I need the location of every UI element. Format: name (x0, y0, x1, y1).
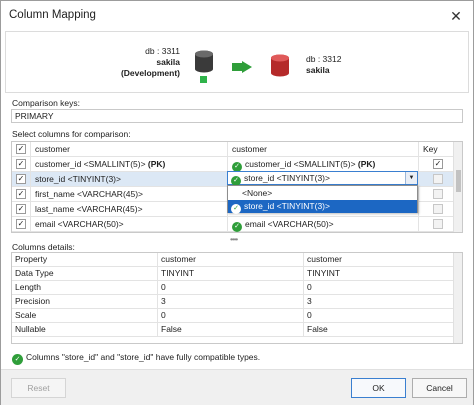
splitter-grip[interactable]: •••• (230, 235, 238, 244)
status-message: ✓ Columns "store_id" and "store_id" have … (12, 351, 260, 365)
primary-key-tag: (PK) (357, 159, 376, 169)
source-db-env: (Development) (120, 68, 180, 78)
source-column-name: last_name <VARCHAR(45)> (35, 204, 143, 214)
select-all-checkbox[interactable]: ✓ (16, 144, 26, 154)
target-db-id: db : 3312 (306, 54, 342, 64)
key-checkbox[interactable] (433, 204, 443, 214)
columns-details-label: Columns details: (12, 242, 75, 252)
include-column-checkbox[interactable]: ✓ (16, 204, 26, 214)
key-checkbox[interactable] (433, 219, 443, 229)
details-cell: TINYINT (304, 267, 455, 281)
source-column-header: customer (31, 142, 228, 157)
details-row: Data Type TINYINT TINYINT (12, 267, 462, 281)
success-check-icon: ✓ (12, 354, 23, 365)
details-cell: Precision (12, 295, 158, 309)
source-column-cell: first_name <VARCHAR(45)> (31, 187, 228, 202)
target-column-cell[interactable]: ✓ email <VARCHAR(50)> (228, 217, 419, 232)
details-row: Scale 0 0 (12, 309, 462, 323)
details-cell: Length (12, 281, 158, 295)
comparison-keys-label: Comparison keys: (12, 98, 81, 108)
dropdown-option-store-id[interactable]: ✓ store_id <TINYINT(3)> (228, 200, 417, 214)
source-db-label: db : 3311 sakila (Development) (86, 46, 180, 79)
details-cell: 0 (304, 281, 455, 295)
dialog-footer: Reset OK Cancel (1, 369, 473, 405)
column-mapping-dialog: Column Mapping ✕ db : 3311 sakila (Devel… (0, 0, 474, 405)
comparison-keys-select[interactable]: PRIMARY (11, 109, 463, 123)
column-row[interactable]: ✓ email <VARCHAR(50)> ✓ email <VARCHAR(50)> (12, 217, 462, 232)
include-column-checkbox[interactable]: ✓ (16, 174, 26, 184)
target-column-cell[interactable]: ✓ customer_id <SMALLINT(5)> (PK) (228, 157, 419, 172)
details-cell: 0 (304, 309, 455, 323)
source-column-cell: store_id <TINYINT(3)> (31, 172, 228, 187)
details-cell: customer (304, 253, 455, 267)
source-column-name: first_name <VARCHAR(45)> (35, 189, 144, 199)
include-column-checkbox[interactable]: ✓ (16, 159, 26, 169)
close-button[interactable]: ✕ (445, 5, 467, 27)
target-column-name: customer_id <SMALLINT(5)> (245, 159, 356, 169)
arrow-right-icon (232, 61, 252, 73)
include-column-checkbox[interactable]: ✓ (16, 219, 26, 229)
details-cell: customer (158, 253, 304, 267)
columns-grid-scrollbar[interactable] (453, 142, 462, 232)
select-columns-label: Select columns for comparison: (12, 129, 131, 139)
columns-grid-header: ✓ customer customer Key (12, 142, 462, 157)
compatible-check-icon: ✓ (232, 222, 242, 232)
source-column-name: store_id <TINYINT(3)> (35, 174, 121, 184)
details-cell: 0 (158, 309, 304, 323)
source-db-name: sakila (156, 57, 180, 67)
dropdown-option-label: store_id <TINYINT(3)> (244, 201, 330, 211)
details-cell: 3 (304, 295, 455, 309)
target-db-name: sakila (306, 65, 330, 75)
details-row: Nullable False False (12, 323, 462, 337)
source-column-name: customer_id <SMALLINT(5)> (35, 159, 146, 169)
column-row[interactable]: ✓ customer_id <SMALLINT(5)> (PK) ✓ customer… (12, 157, 462, 172)
details-cell: 3 (158, 295, 304, 309)
details-cell: Property (12, 253, 158, 267)
details-cell: False (304, 323, 455, 337)
details-cell: 0 (158, 281, 304, 295)
target-column-dropdown-list: <None> ✓ store_id <TINYINT(3)> (227, 185, 418, 214)
key-column-header: Key (419, 142, 455, 157)
target-column-select[interactable]: ✓ store_id <TINYINT(3)> ▼ (227, 171, 418, 186)
target-column-header: customer (228, 142, 419, 157)
details-grid: Property customer customer Data Type TINYINT… (11, 252, 463, 344)
reset-button[interactable]: Reset (11, 378, 66, 398)
source-column-cell: last_name <VARCHAR(45)> (31, 202, 228, 217)
database-header: db : 3311 sakila (Development) db : 3312… (5, 31, 469, 93)
key-checkbox[interactable]: ✓ (433, 159, 443, 169)
scrollbar-thumb[interactable] (456, 170, 461, 192)
key-checkbox[interactable] (433, 189, 443, 199)
ok-button[interactable]: OK (351, 378, 406, 398)
details-grid-scrollbar[interactable] (453, 253, 462, 343)
title-bar: Column Mapping ✕ (1, 1, 473, 31)
compatible-check-icon: ✓ (231, 204, 241, 214)
details-cell: Data Type (12, 267, 158, 281)
source-database-icon (195, 50, 213, 83)
include-column-checkbox[interactable]: ✓ (16, 189, 26, 199)
target-column-select-value: store_id <TINYINT(3)> (244, 173, 330, 183)
details-cell: False (158, 323, 304, 337)
details-grid-header: Property customer customer (12, 253, 462, 267)
primary-key-tag: (PK) (147, 159, 166, 169)
target-db-label: db : 3312 sakila (306, 54, 366, 76)
key-checkbox[interactable] (433, 174, 443, 184)
chevron-down-icon[interactable]: ▼ (405, 172, 417, 184)
status-text: Columns "store_id" and "store_id" have f… (26, 352, 261, 362)
source-column-cell: email <VARCHAR(50)> (31, 217, 228, 232)
details-cell: Scale (12, 309, 158, 323)
details-row: Length 0 0 (12, 281, 462, 295)
source-column-name: email <VARCHAR(50)> (35, 219, 124, 229)
source-column-cell: customer_id <SMALLINT(5)> (PK) (31, 157, 228, 172)
source-db-id: db : 3311 (145, 46, 180, 56)
dialog-title: Column Mapping (9, 9, 96, 21)
cancel-button[interactable]: Cancel (412, 378, 467, 398)
dropdown-option-none[interactable]: <None> (228, 187, 417, 200)
details-cell: Nullable (12, 323, 158, 337)
target-column-name: email <VARCHAR(50)> (245, 219, 334, 229)
details-cell: TINYINT (158, 267, 304, 281)
target-database-icon (271, 54, 289, 77)
details-row: Precision 3 3 (12, 295, 462, 309)
